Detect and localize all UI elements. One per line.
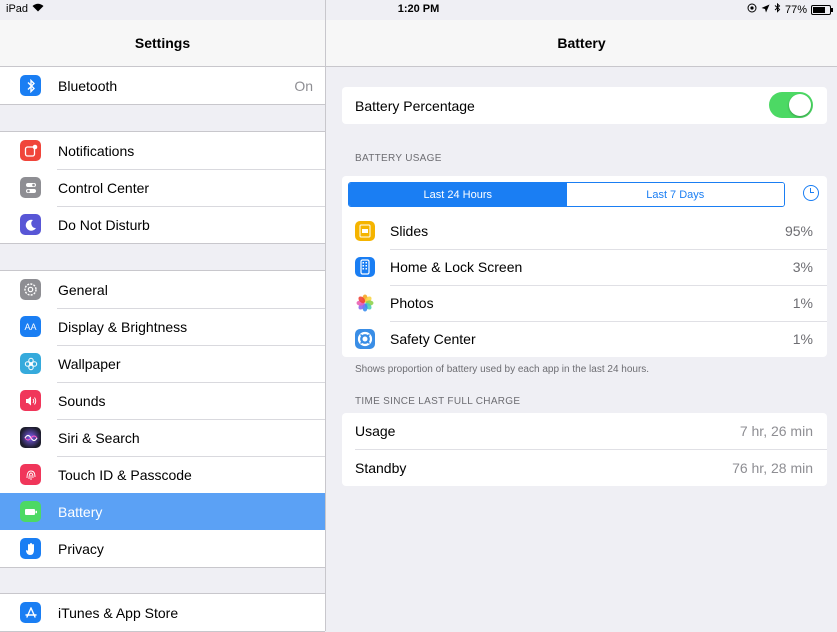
usage-time-row: Usage 7 hr, 26 min — [342, 413, 827, 449]
bluetooth-status: On — [294, 77, 313, 94]
sidebar-item-label: Do Not Disturb — [58, 216, 150, 233]
bluetooth-icon — [20, 75, 41, 96]
sidebar-group-connectivity: Bluetooth On — [0, 66, 325, 105]
time-range-segmented-control: Last 24 Hours Last 7 Days — [348, 182, 785, 207]
standby-time-label: Standby — [355, 460, 407, 476]
navigation-arrow-icon — [761, 4, 770, 16]
sidebar-item-sounds[interactable]: Sounds — [0, 382, 325, 419]
app-name: Slides — [390, 223, 429, 239]
sidebar-item-general[interactable]: General — [0, 271, 325, 308]
sidebar-item-touch-id[interactable]: Touch ID & Passcode — [0, 456, 325, 493]
time-since-charge-header: TIME SINCE LAST FULL CHARGE — [355, 396, 521, 407]
sidebar-item-label: Display & Brightness — [58, 318, 188, 335]
battery-percentage-row: Battery Percentage — [342, 87, 827, 124]
app-usage-percent: 1% — [792, 331, 813, 347]
app-usage-row-home-lock[interactable]: Home & Lock Screen 3% — [342, 249, 827, 285]
wallpaper-icon — [20, 353, 41, 374]
sidebar-item-itunes-app-store[interactable]: iTunes & App Store — [0, 594, 325, 631]
battery-icon — [20, 501, 41, 522]
status-bar: iPad 1:20 PM 77% — [0, 0, 837, 20]
segment-last-7-days[interactable]: Last 7 Days — [566, 183, 784, 206]
battery-usage-card: Last 24 Hours Last 7 Days Slides 95% Hom… — [342, 176, 827, 357]
sidebar-item-label: Wallpaper — [58, 355, 121, 372]
charge-time-card: Usage 7 hr, 26 min Standby 76 hr, 28 min — [342, 413, 827, 486]
sidebar-item-siri-search[interactable]: Siri & Search — [0, 419, 325, 456]
status-bar-right: 77% — [747, 2, 833, 16]
sounds-icon — [20, 390, 41, 411]
battery-usage-note: Shows proportion of battery used by each… — [355, 364, 650, 375]
toggle-knob — [789, 94, 811, 116]
sidebar-item-display-brightness[interactable]: AA Display & Brightness — [0, 308, 325, 345]
app-usage-row-slides[interactable]: Slides 95% — [342, 213, 827, 249]
sidebar-item-label: Notifications — [58, 142, 135, 159]
battery-percentage-label: Battery Percentage — [355, 98, 475, 114]
battery-percent-text: 77% — [784, 3, 807, 16]
control-center-icon — [20, 177, 41, 198]
battery-percentage-toggle[interactable] — [769, 92, 813, 118]
app-usage-percent: 1% — [792, 295, 813, 311]
app-store-icon — [20, 602, 41, 623]
hand-icon — [20, 538, 41, 559]
sidebar-item-privacy[interactable]: Privacy — [0, 530, 325, 567]
sidebar-item-label: iTunes & App Store — [58, 604, 179, 621]
app-usage-percent: 3% — [792, 259, 813, 275]
standby-time-row: Standby 76 hr, 28 min — [342, 450, 827, 486]
sidebar-item-label: Control Center — [58, 179, 150, 196]
app-name: Photos — [390, 295, 434, 311]
moon-icon — [20, 214, 41, 235]
sidebar-item-control-center[interactable]: Control Center — [0, 169, 325, 206]
photos-icon — [355, 293, 375, 313]
app-usage-row-photos[interactable]: Photos 1% — [342, 285, 827, 321]
fingerprint-icon — [20, 464, 41, 485]
bluetooth-icon — [774, 2, 781, 16]
gear-icon — [20, 279, 41, 300]
sidebar-item-battery[interactable]: Battery — [0, 493, 325, 530]
usage-time-value: 7 hr, 26 min — [739, 423, 813, 439]
sidebar-item-label: Battery — [58, 503, 103, 520]
siri-icon — [20, 427, 41, 448]
sidebar-group-store: iTunes & App Store — [0, 593, 325, 632]
battery-usage-header: BATTERY USAGE — [355, 153, 442, 164]
sidebar-item-notifications[interactable]: Notifications — [0, 132, 325, 169]
clock-icon[interactable] — [803, 185, 819, 201]
location-icon — [747, 3, 757, 16]
sidebar-item-bluetooth[interactable]: Bluetooth On — [0, 67, 325, 104]
sidebar-item-wallpaper[interactable]: Wallpaper — [0, 345, 325, 382]
page-title: Battery — [326, 20, 837, 67]
app-name: Home & Lock Screen — [390, 259, 523, 275]
app-usage-percent: 95% — [784, 223, 813, 239]
notifications-icon — [20, 140, 41, 161]
sidebar-group-general: General AA Display & Brightness Wallpape… — [0, 270, 325, 568]
slides-icon — [355, 221, 375, 241]
battery-detail-pane: Battery Battery Percentage BATTERY USAGE… — [326, 0, 837, 631]
sidebar-item-label: Bluetooth — [58, 77, 118, 94]
safety-center-icon — [355, 329, 375, 349]
settings-sidebar: Settings Bluetooth On Notifications Cont… — [0, 0, 326, 632]
standby-time-value: 76 hr, 28 min — [732, 460, 813, 476]
sidebar-item-label: General — [58, 281, 108, 298]
usage-time-label: Usage — [355, 423, 396, 439]
battery-icon — [811, 4, 833, 15]
sidebar-item-label: Privacy — [58, 540, 104, 557]
sidebar-group-notifications: Notifications Control Center Do Not Dist… — [0, 131, 325, 244]
status-time: 1:20 PM — [397, 3, 440, 15]
sidebar-item-label: Sounds — [58, 392, 106, 409]
app-name: Safety Center — [390, 331, 476, 347]
sidebar-item-label: Siri & Search — [58, 429, 140, 446]
sidebar-item-label: Touch ID & Passcode — [58, 466, 192, 483]
home-lock-icon — [355, 257, 375, 277]
app-usage-row-safety-center[interactable]: Safety Center 1% — [342, 321, 827, 357]
battery-level-fill — [813, 6, 826, 13]
segment-last-24-hours[interactable]: Last 24 Hours — [349, 183, 567, 206]
sidebar-title: Settings — [0, 20, 325, 67]
display-icon: AA — [20, 316, 41, 337]
sidebar-item-do-not-disturb[interactable]: Do Not Disturb — [0, 206, 325, 243]
